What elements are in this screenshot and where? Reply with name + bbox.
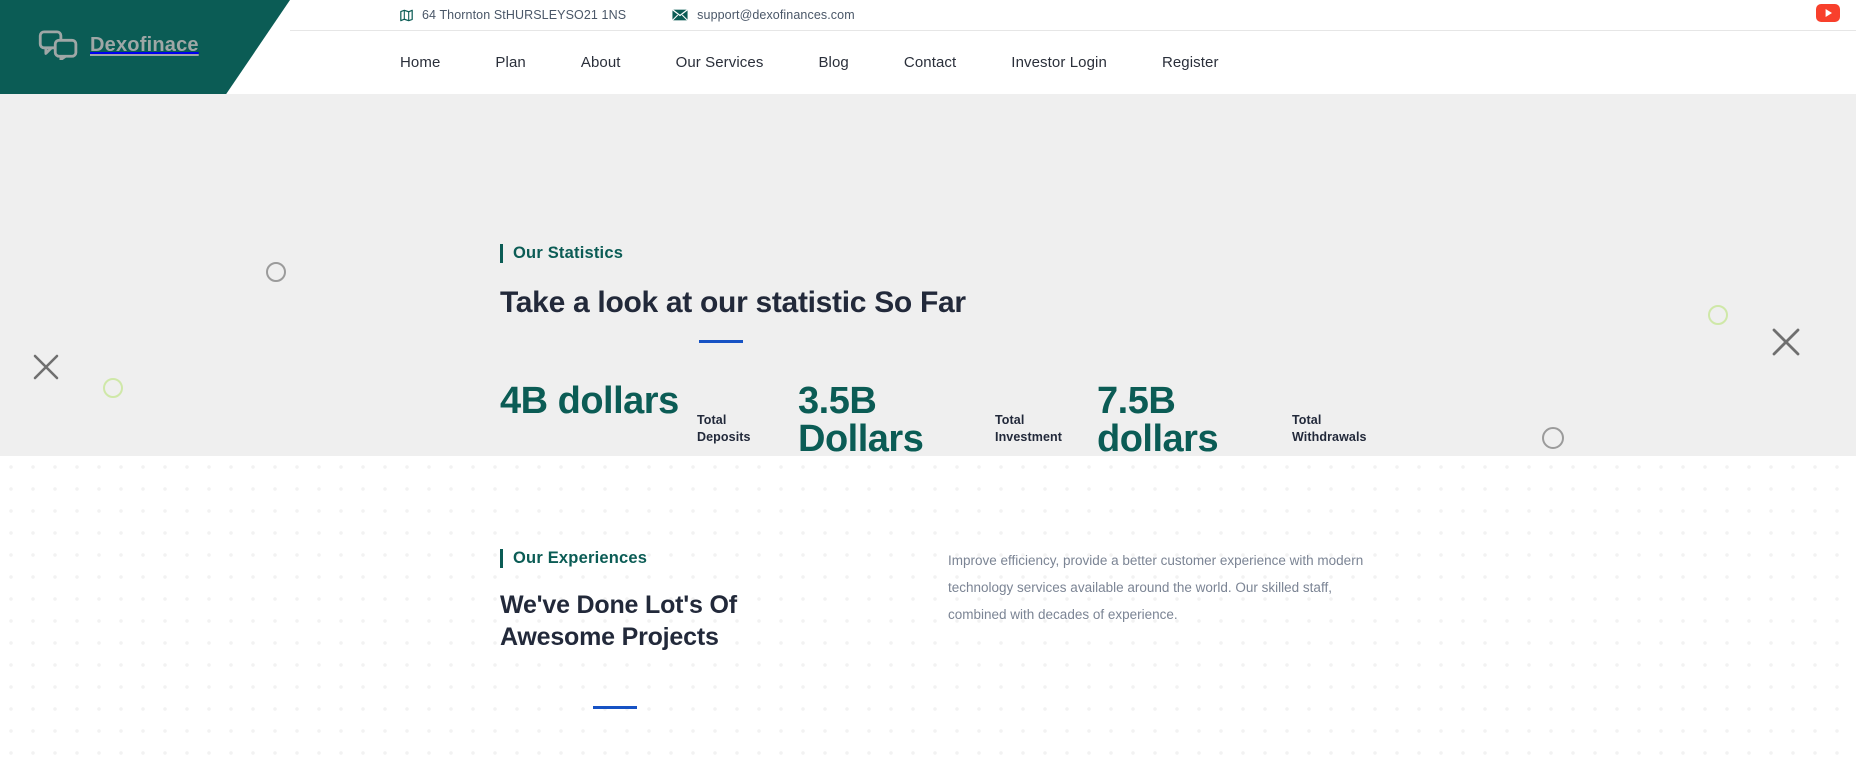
experiences-body: Improve efficiency, provide a better cus… <box>948 553 1364 622</box>
decorative-x-right <box>1769 325 1803 364</box>
decorative-circle-green-2 <box>1708 305 1728 325</box>
stats-eyebrow-label: Our Statistics <box>513 244 624 262</box>
experiences-eyebrow: Our Experiences <box>500 549 647 568</box>
nav-item-blog[interactable]: Blog <box>818 54 848 71</box>
stats-title: Take a look at our statistic So Far <box>500 286 966 319</box>
stat-value-3: 7.5B dollars <box>1097 380 1219 456</box>
stat-label-1: Total Deposits <box>697 413 751 444</box>
decorative-x-left <box>31 352 61 387</box>
decorative-circle-green-1 <box>103 378 123 398</box>
stats-eyebrow: Our Statistics <box>500 244 623 263</box>
experiences-section: Our Experiences We've Done Lot's Of Awes… <box>0 456 1856 761</box>
experiences-divider-rule <box>593 706 637 709</box>
decorative-circle-gray-1 <box>266 262 286 282</box>
nav-item-plan[interactable]: Plan <box>495 54 525 71</box>
address-text: 64 Thornton StHURSLEYSO21 1NS <box>422 8 627 22</box>
stat-label-3: Total Withdrawals <box>1292 413 1367 444</box>
map-icon <box>400 9 413 22</box>
decorative-circle-gray-2 <box>1542 427 1564 449</box>
stat-value-2: 3.5B Dollars <box>798 380 924 456</box>
youtube-icon[interactable] <box>1816 4 1840 22</box>
email-text: support@dexofinances.com <box>697 8 855 22</box>
experiences-eyebrow-bar <box>500 549 503 568</box>
experiences-eyebrow-label: Our Experiences <box>513 549 648 567</box>
brand-logo-link[interactable]: Dexofinace <box>38 30 199 60</box>
envelope-icon <box>672 9 689 21</box>
stat-value-1: 4B dollars <box>500 380 679 422</box>
main-navigation[interactable]: Home Plan About Our Services Blog Contac… <box>290 31 1856 94</box>
nav-item-investor-login[interactable]: Investor Login <box>1011 54 1107 71</box>
page-root: Dexofinace 64 Thornton StHURSLEYSO21 1NS <box>0 0 1856 761</box>
email-item: support@dexofinances.com <box>672 8 855 22</box>
stats-divider-rule <box>699 340 743 343</box>
nav-item-register[interactable]: Register <box>1162 54 1219 71</box>
nav-item-about[interactable]: About <box>581 54 621 71</box>
nav-item-home[interactable]: Home <box>400 54 440 71</box>
nav-item-our-services[interactable]: Our Services <box>676 54 764 71</box>
site-header: Dexofinace 64 Thornton StHURSLEYSO21 1NS <box>0 0 1856 94</box>
stat-label-2: Total Investment <box>995 413 1062 444</box>
stats-eyebrow-bar <box>500 244 503 263</box>
contact-topbar: 64 Thornton StHURSLEYSO21 1NS support@de… <box>290 0 1856 30</box>
address-item: 64 Thornton StHURSLEYSO21 1NS <box>400 8 626 22</box>
brand-name: Dexofinace <box>90 33 199 56</box>
experiences-title: We've Done Lot's Of Awesome Projects <box>500 591 737 651</box>
nav-item-contact[interactable]: Contact <box>904 54 956 71</box>
chat-bubbles-icon <box>38 30 80 60</box>
statistics-section: Our Statistics Take a look at our statis… <box>0 94 1856 456</box>
